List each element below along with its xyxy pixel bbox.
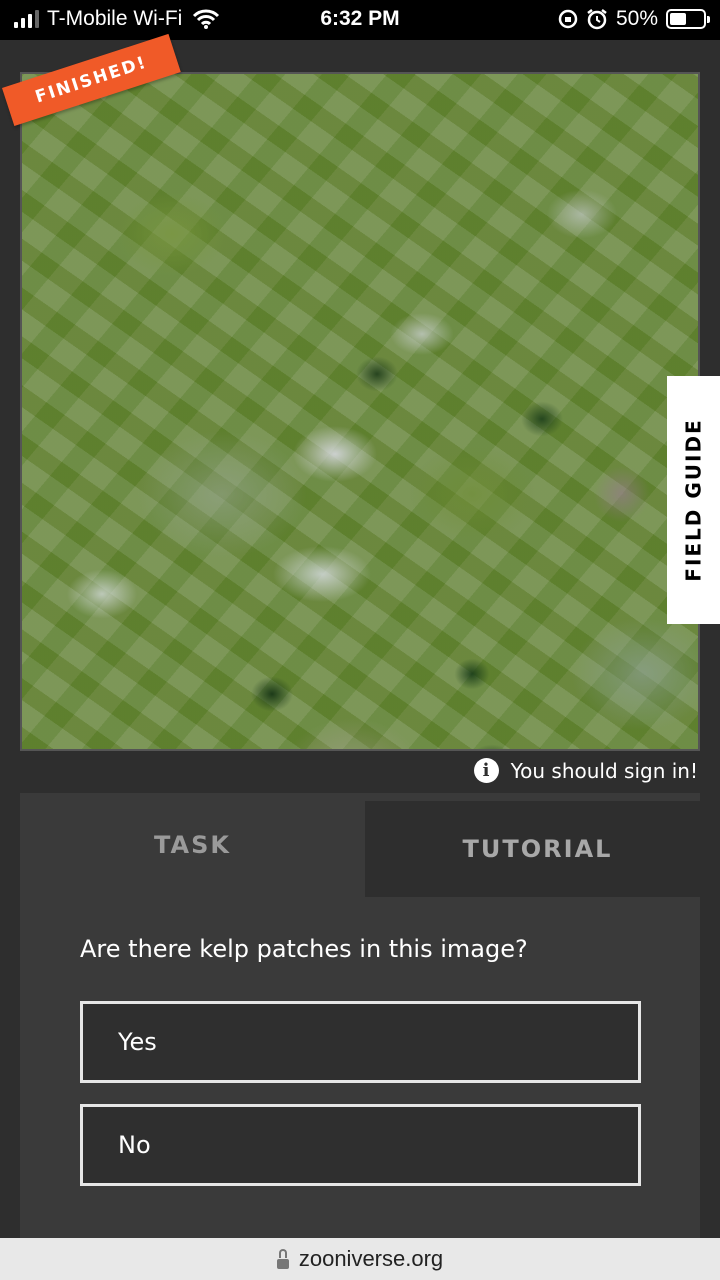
rotation-lock-icon: [558, 9, 578, 29]
answer-yes-button[interactable]: Yes: [80, 1001, 641, 1083]
browser-url-bar[interactable]: zooniverse.org: [0, 1238, 720, 1280]
tab-tutorial[interactable]: TUTORIAL: [365, 801, 710, 897]
battery-icon: [666, 9, 710, 29]
field-guide-label: FIELD GUIDE: [681, 418, 706, 582]
url-text: zooniverse.org: [298, 1246, 444, 1271]
tab-bar: TASK TUTORIAL: [20, 793, 710, 897]
task-panel: TASK TUTORIAL Are there kelp patches in …: [20, 793, 710, 1253]
signin-notice[interactable]: i You should sign in!: [473, 758, 698, 783]
alarm-icon: [587, 9, 607, 30]
subject-image[interactable]: [20, 72, 700, 751]
signin-message: You should sign in!: [510, 758, 698, 783]
answer-label: Yes: [118, 1028, 157, 1056]
task-question: Are there kelp patches in this image?: [80, 935, 528, 963]
status-right: 50%: [558, 7, 710, 31]
tab-task[interactable]: TASK: [20, 793, 365, 897]
lock-icon: [276, 1249, 289, 1269]
field-guide-button[interactable]: FIELD GUIDE: [667, 376, 720, 624]
battery-percent: 50%: [615, 7, 658, 30]
answer-label: No: [118, 1131, 151, 1159]
status-bar: T-Mobile Wi-Fi 6:32 PM 50%: [0, 0, 720, 40]
answer-no-button[interactable]: No: [80, 1104, 641, 1186]
battery-fill: [670, 13, 686, 25]
info-icon: i: [473, 758, 499, 783]
